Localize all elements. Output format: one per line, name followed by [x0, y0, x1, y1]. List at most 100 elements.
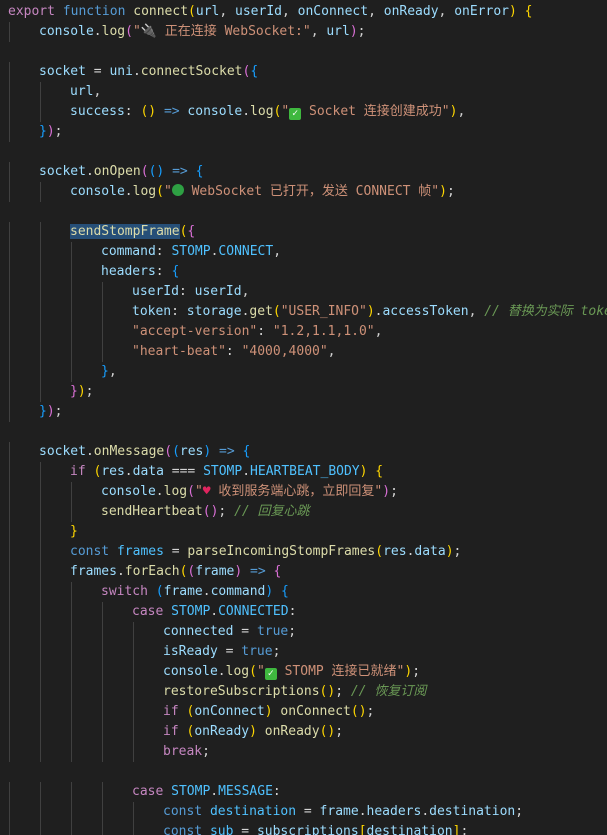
code-token: frame	[163, 584, 203, 599]
indent-guide	[40, 102, 41, 122]
code-token: ,	[310, 24, 327, 39]
code-line[interactable]: console.log("🔌 正在连接 WebSocket:", url);	[39, 22, 366, 42]
code-line[interactable]: sendStompFrame({	[70, 222, 195, 242]
code-line[interactable]: if (onReady) onReady();	[163, 722, 343, 742]
code-line[interactable]: const destination = frame.headers.destin…	[163, 802, 523, 822]
code-token: export	[8, 4, 55, 19]
code-token: ,	[219, 4, 236, 19]
code-line[interactable]: isReady = true;	[163, 642, 280, 662]
indent-guide	[9, 362, 10, 382]
code-token: (	[164, 444, 173, 459]
code-token: }	[70, 384, 78, 399]
code-token: log	[250, 104, 274, 119]
code-token: forEach	[124, 564, 180, 579]
code-token: subscriptions	[256, 824, 359, 835]
code-line[interactable]: case STOMP.CONNECTED:	[132, 602, 296, 622]
indent-guide	[133, 802, 134, 822]
indent-guide	[40, 482, 41, 502]
code-line[interactable]: sendHeartbeat(); // 回复心跳	[101, 502, 310, 522]
code-line[interactable]: });	[39, 402, 62, 422]
indent-guide	[40, 562, 41, 582]
indent-guide	[40, 782, 41, 802]
indent-guide	[9, 622, 10, 642]
code-token: log	[101, 24, 126, 39]
code-token: data	[132, 464, 164, 479]
code-token: .	[217, 664, 226, 679]
indent-guide	[133, 642, 134, 662]
indent-guide	[40, 262, 41, 282]
code-line[interactable]: const sub = subscriptions[destination];	[163, 822, 468, 835]
indent-guide	[71, 482, 72, 502]
code-line[interactable]: frames.forEach((frame) => {	[70, 562, 281, 582]
code-line[interactable]: case STOMP.MESSAGE:	[132, 782, 281, 802]
indent-guide	[40, 742, 41, 762]
code-token: isReady	[163, 644, 218, 659]
code-token: :	[178, 284, 195, 299]
code-token: "	[194, 484, 203, 499]
indent-guide	[40, 302, 41, 322]
code-token: socket	[39, 164, 86, 179]
code-token: ;	[202, 744, 210, 759]
code-line[interactable]: "accept-version": "1.2,1.1,1.0",	[132, 322, 382, 342]
code-token: ===	[163, 464, 204, 479]
code-line[interactable]: const frames = parseIncomingStompFrames(…	[70, 542, 461, 562]
code-token: "	[132, 24, 141, 39]
code-token: )	[349, 24, 358, 39]
code-line[interactable]: command: STOMP.CONNECT,	[101, 242, 281, 262]
code-line[interactable]: token: storage.get("USER_INFO").accessTo…	[132, 302, 607, 322]
indent-guide	[40, 182, 41, 202]
code-editor[interactable]: export function connect(url, userId, onC…	[0, 0, 607, 835]
code-token: onReady	[264, 724, 320, 739]
code-line[interactable]: if (res.data === STOMP.HEARTBEAT_BODY) {	[70, 462, 383, 482]
code-line[interactable]: break;	[163, 742, 210, 762]
code-token: userId	[194, 284, 242, 299]
code-token: ;	[460, 824, 469, 835]
code-line[interactable]: headers: {	[101, 262, 179, 282]
code-line[interactable]: });	[39, 122, 62, 142]
indent-guide	[9, 502, 10, 522]
indent-guide	[102, 802, 103, 822]
code-line[interactable]: socket.onOpen(() => {	[39, 162, 203, 182]
code-token: {	[195, 164, 204, 179]
code-line[interactable]: socket.onMessage((res) => {	[39, 442, 250, 462]
code-line[interactable]: url,	[70, 82, 101, 102]
code-token: CONNECT	[218, 244, 274, 259]
code-line[interactable]: console.log(" ✓ STOMP 连接已就绪");	[163, 662, 420, 682]
indent-guide	[9, 342, 10, 362]
code-line[interactable]: export function connect(url, userId, onC…	[8, 2, 532, 22]
code-token: // 替换为实际 token	[484, 304, 607, 319]
code-token: :	[124, 104, 141, 119]
code-line[interactable]: },	[101, 362, 117, 382]
code-token: )	[445, 544, 454, 559]
code-line[interactable]: restoreSubscriptions(); // 恢复订阅	[163, 682, 426, 702]
code-token: ;	[288, 624, 297, 639]
code-line[interactable]: switch (frame.command) {	[101, 582, 289, 602]
code-line[interactable]: "heart-beat": "4000,4000",	[132, 342, 336, 362]
code-token: "1.2,1.1,1.0"	[272, 324, 375, 339]
code-line[interactable]: socket = uni.connectSocket({	[39, 62, 258, 82]
code-line[interactable]: userId: userId,	[132, 282, 249, 302]
code-token: onConnect	[280, 704, 351, 719]
indent-guide	[133, 622, 134, 642]
indent-guide	[133, 702, 134, 722]
code-token: function	[62, 4, 126, 19]
code-line[interactable]: if (onConnect) onConnect();	[163, 702, 374, 722]
code-token: ;	[335, 684, 351, 699]
indent-guide	[133, 682, 134, 702]
code-line[interactable]: success: () => console.log(" ✓ Socket 连接创…	[70, 102, 465, 122]
code-token: command	[101, 244, 156, 259]
indent-guide	[9, 542, 10, 562]
code-token: ()	[319, 724, 336, 739]
indent-guide	[71, 582, 72, 602]
indent-guide	[40, 682, 41, 702]
code-line[interactable]: }	[70, 522, 78, 542]
code-line[interactable]: connected = true;	[163, 622, 296, 642]
code-line[interactable]: console.log("♥ 收到服务端心跳，立即回复");	[101, 482, 398, 502]
code-line[interactable]: });	[70, 382, 93, 402]
code-line[interactable]: console.log(" WebSocket 已打开，发送 CONNECT 帧…	[70, 182, 455, 202]
code-token: :	[155, 244, 172, 259]
code-token: .	[85, 444, 94, 459]
